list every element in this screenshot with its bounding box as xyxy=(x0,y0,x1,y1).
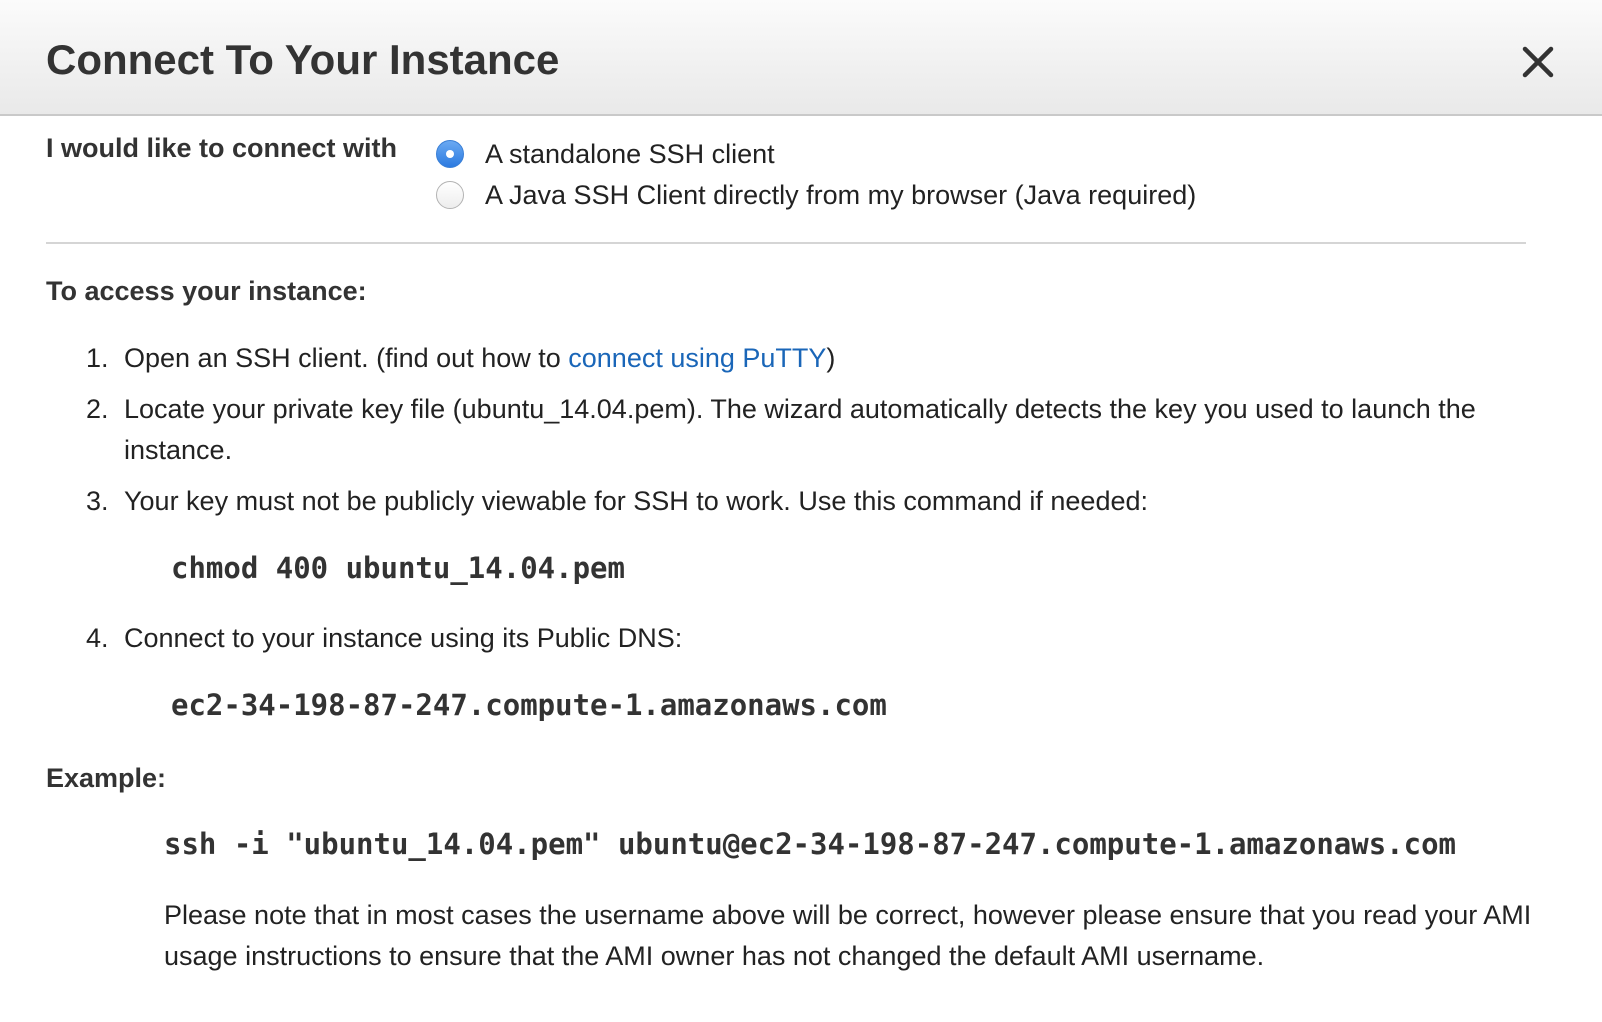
step-number: 2. xyxy=(86,394,109,424)
connect-putty-link[interactable]: connect using PuTTY xyxy=(568,343,826,373)
chmod-command: chmod 400 ubuntu_14.04.pem xyxy=(171,551,625,585)
section-divider xyxy=(46,242,1526,244)
option-standalone-ssh-label[interactable]: A standalone SSH client xyxy=(485,139,775,170)
step-2-text: Locate your private key file (ubuntu_14.… xyxy=(124,394,1476,465)
example-ssh-command: ssh -i "ubuntu_14.04.pem" ubuntu@ec2-34-… xyxy=(164,827,1457,861)
step-4-text: Connect to your instance using its Publi… xyxy=(124,623,683,653)
access-heading: To access your instance: xyxy=(46,276,367,306)
step-number: 3. xyxy=(86,486,109,516)
step-3-text: Your key must not be publicly viewable f… xyxy=(124,486,1148,516)
step-number: 1. xyxy=(86,343,109,373)
dialog-header: Connect To Your Instance xyxy=(0,0,1602,116)
step-1-text: Open an SSH client. (find out how to con… xyxy=(124,338,1564,379)
radio-standalone-ssh[interactable] xyxy=(436,140,464,168)
close-icon[interactable] xyxy=(1520,44,1556,80)
option-java-ssh[interactable]: A Java SSH Client directly from my brows… xyxy=(436,178,1196,212)
username-note: Please note that in most cases the usern… xyxy=(164,900,1532,971)
radio-java-ssh[interactable] xyxy=(436,181,464,209)
connect-with-label: I would like to connect with xyxy=(46,133,398,163)
option-standalone-ssh[interactable]: A standalone SSH client xyxy=(436,137,775,171)
step-number: 4. xyxy=(86,623,109,653)
step-1-text-before: Open an SSH client. (find out how to xyxy=(124,343,561,373)
option-java-ssh-label[interactable]: A Java SSH Client directly from my brows… xyxy=(485,180,1196,211)
connect-dialog: Connect To Your Instance I would like to… xyxy=(0,0,1602,1022)
dialog-title: Connect To Your Instance xyxy=(46,36,560,83)
public-dns-value: ec2-34-198-87-247.compute-1.amazonaws.co… xyxy=(171,688,887,722)
step-1-text-after: ) xyxy=(826,343,836,373)
example-heading: Example: xyxy=(46,763,167,793)
